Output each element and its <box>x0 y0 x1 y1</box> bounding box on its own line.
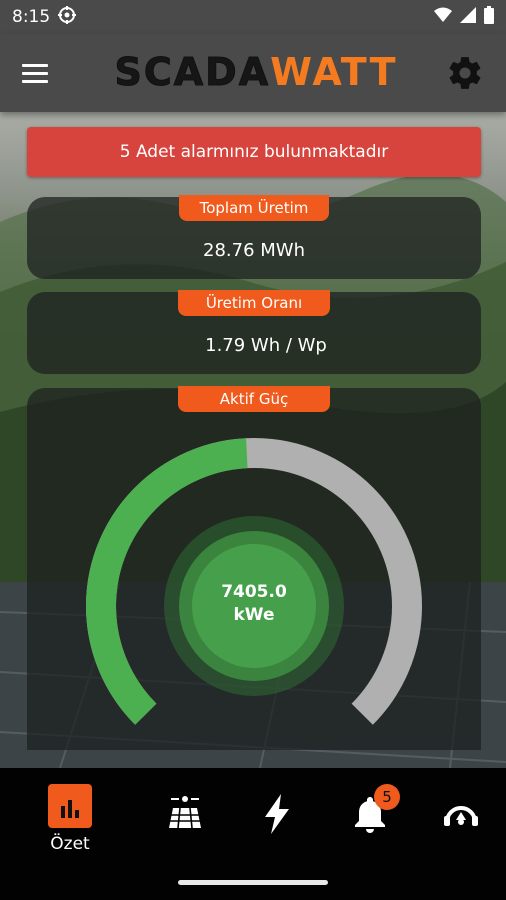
wifi-icon <box>434 7 452 28</box>
production-ratio-card: Üretim Oranı 1.79 Wh / Wp <box>27 290 481 374</box>
hamburger-icon-line <box>22 79 48 83</box>
status-bar: 8:15 <box>0 0 506 34</box>
gear-icon <box>449 57 481 89</box>
nav-item-solar-panels[interactable] <box>155 794 215 874</box>
nav-item-power[interactable] <box>247 794 307 874</box>
monitor-user-icon <box>444 806 478 826</box>
battery-icon <box>484 5 494 29</box>
status-time: 8:15 <box>12 7 51 27</box>
app-logo: SCADA WATT <box>106 48 406 96</box>
nav-item-monitoring[interactable] <box>431 794 491 874</box>
home-indicator[interactable] <box>178 880 328 885</box>
cellular-signal-icon <box>460 6 476 28</box>
menu-button[interactable] <box>22 58 56 88</box>
gauge-readout: 7405.0 kWe <box>204 581 304 627</box>
sync-status-icon <box>58 5 77 29</box>
total-production-label: Toplam Üretim <box>179 195 329 221</box>
nav-item-alarms[interactable]: 5 <box>340 784 400 874</box>
nav-label-ozet: Özet <box>50 834 90 854</box>
hamburger-icon <box>22 63 48 67</box>
lightning-icon <box>265 794 289 834</box>
total-production-card: Toplam Üretim 28.76 MWh <box>27 195 481 279</box>
alarm-count-badge: 5 <box>374 784 400 810</box>
app-bar: SCADA WATT <box>0 34 506 112</box>
alarm-banner[interactable]: 5 Adet alarmınız bulunmaktadır <box>27 127 481 177</box>
solar-panel-icon <box>169 796 201 829</box>
logo-part-scada: SCADA <box>114 50 271 95</box>
active-power-gauge <box>86 438 422 725</box>
active-power-value: 7405.0 <box>221 582 287 602</box>
hamburger-icon-line <box>22 71 48 75</box>
active-power-unit: kWe <box>233 605 275 625</box>
production-ratio-label: Üretim Oranı <box>178 290 330 316</box>
bar-chart-icon <box>48 784 92 828</box>
bottom-navigation: Özet 5 <box>0 768 506 900</box>
total-production-value: 28.76 MWh <box>203 240 305 261</box>
active-power-card: Aktif Güç 7405.0 kWe <box>27 386 481 750</box>
production-ratio-value: 1.79 Wh / Wp <box>205 335 327 356</box>
logo-part-watt: WATT <box>270 50 398 94</box>
settings-button[interactable] <box>446 54 484 92</box>
nav-item-ozet[interactable]: Özet <box>40 784 100 864</box>
